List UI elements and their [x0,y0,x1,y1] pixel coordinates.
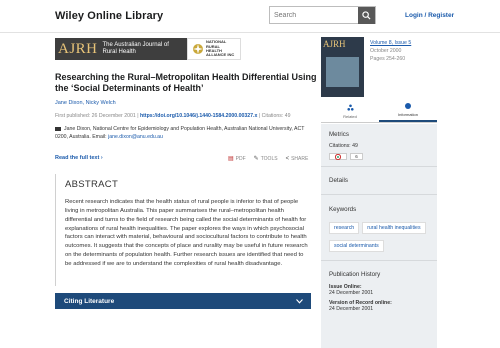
affiliation-text: Jane Dixon, National Centre for Epidemio… [55,126,305,140]
journal-name: The Australian Journal of Rural Health [102,42,169,55]
metrics-heading: Metrics [329,131,349,138]
nrha-logo: NATIONAL RURAL HEALTH ALLIANCE INC [187,38,241,60]
article-title: Researching the Rural–Metropolitan Healt… [55,72,317,93]
pdf-icon: ▤ [228,156,234,162]
keyword-list: research rural health inequalities social … [329,216,429,252]
envelope-icon [55,126,61,131]
details-heading[interactable]: Details [329,177,429,184]
doi-link[interactable]: https://doi.org/10.1046/j.1440-1584.2000… [140,113,257,119]
sidebar-tabs: Related Information [321,100,437,123]
altmetric-score[interactable]: 6 [350,153,363,160]
altmetric-badge[interactable] [329,153,347,160]
pdf-label: PDF [235,155,246,162]
brand-logo[interactable]: Wiley Online Library [55,10,163,22]
related-icon [346,103,354,111]
search-icon [362,11,371,20]
cover-photo [326,57,359,87]
share-button[interactable]: < SHARE [286,156,309,162]
first-published-label: First published: [55,113,92,119]
issue-date: October 2000 [370,47,402,54]
journal-abbr: AJRH [58,40,98,57]
issue-pages: Pages 254-260 [370,55,406,62]
information-panel: Metrics Citations: 49 6 Details Keywords… [321,124,437,348]
keyword-tag[interactable]: rural health inequalities [362,222,426,234]
article-tools: ▤ PDF ✎ TOOLS < SHARE [228,155,309,163]
publication-meta: First published: 26 December 2001 | http… [55,113,317,119]
tools-button[interactable]: ✎ TOOLS [253,155,278,163]
divider [321,260,437,261]
tab-related-label: Related [343,113,357,119]
author-email-link[interactable]: jane.dixon@anu.edu.au [108,134,163,140]
keyword-tag[interactable]: social determinants [329,240,384,252]
site-header: Wiley Online Library Login / Register [0,0,500,33]
tab-related[interactable]: Related [321,100,379,122]
author-affiliation: Jane Dixon, National Centre for Epidemio… [55,126,315,142]
issue-online-date: 24 December 2001 [329,290,374,296]
divider [321,194,437,195]
issue-volume-link[interactable]: Volume 8, Issue 5 [370,40,411,48]
citing-literature-label: Citing Literature [64,297,115,305]
keywords-heading: Keywords [329,206,357,213]
abstract-heading: ABSTRACT [65,179,119,190]
version-of-record-date: 24 December 2001 [329,306,374,312]
tab-information-label: Information [397,112,418,117]
chevron-right-icon: › [100,155,103,161]
abstract-section: ABSTRACT Recent research indicates that … [55,174,311,286]
altmetric-icon [335,153,341,160]
sidebar-citations: Citations: 49 [329,143,358,149]
abstract-text: Recent research indicates that the healt… [65,199,308,268]
read-full-text-link[interactable]: Read the full text › [55,155,103,161]
cover-abbr: AJRH [323,39,346,49]
issue-info: Volume 8, Issue 5 October 2000 Pages 254… [370,40,411,63]
login-register-link[interactable]: Login / Register [405,12,454,19]
search-input[interactable] [270,7,358,23]
first-published-date: 26 December 2001 [91,113,136,119]
search-box [269,6,376,24]
nrha-text: NATIONAL RURAL HEALTH ALLIANCE INC [206,39,235,58]
citation-count: Citations: 49 [261,113,291,119]
keyword-tag[interactable]: research [329,222,360,234]
journal-cover[interactable]: AJRH [321,37,364,97]
share-icon: < [285,155,290,162]
citing-literature-toggle[interactable]: Citing Literature [55,293,311,309]
chevron-down-icon [296,298,303,304]
article-authors[interactable]: Jane Dixon, Nicky Welch [55,100,116,106]
share-label: SHARE [291,155,309,162]
info-icon [405,103,411,109]
journal-logo: AJRH The Australian Journal of Rural Hea… [55,38,187,60]
publication-history-heading: Publication History [329,271,381,278]
nrha-emblem-icon [193,44,203,54]
journal-banner[interactable]: AJRH The Australian Journal of Rural Hea… [55,38,241,60]
read-full-text-label: Read the full text [55,155,100,161]
metrics-badges: 6 [329,153,429,160]
tools-label: TOOLS [260,155,278,162]
search-button[interactable] [358,7,375,24]
tab-information[interactable]: Information [379,100,437,122]
divider [321,166,437,167]
pdf-button[interactable]: ▤ PDF [228,155,246,163]
wrench-icon: ✎ [253,156,259,162]
